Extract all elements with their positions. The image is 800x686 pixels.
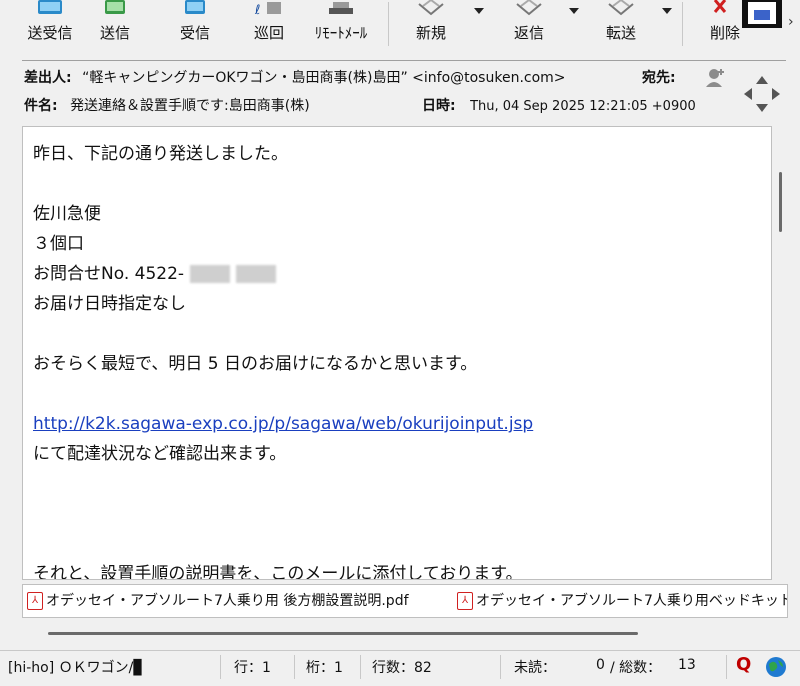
reply-label: 返信 bbox=[513, 24, 544, 42]
unread-label: 未読： bbox=[514, 660, 556, 676]
cursor-row: 行：1 bbox=[234, 660, 271, 676]
total-label: / 総数： bbox=[610, 660, 662, 676]
body-line: ３個口 bbox=[33, 234, 84, 254]
send-receive-label: 送受信 bbox=[27, 24, 73, 42]
date-value: Thu, 04 Sep 2025 12:21:05 +0900 bbox=[470, 99, 696, 114]
attachment-item[interactable]: ⅄ オデッセイ・アブソルート7人乗り用 後方棚設置説明.pdf bbox=[27, 590, 409, 610]
send-icon bbox=[97, 0, 133, 22]
to-label: 宛先: bbox=[642, 70, 676, 86]
send-button[interactable]: 送信 bbox=[90, 0, 140, 50]
navigation-arrows[interactable] bbox=[742, 74, 782, 114]
new-mail-button[interactable]: 新規 bbox=[406, 0, 456, 50]
redacted-block bbox=[236, 265, 277, 283]
remote-mail-icon bbox=[323, 0, 359, 22]
subject-label: 件名: bbox=[24, 98, 58, 114]
date-row: 日時: Thu, 04 Sep 2025 12:21:05 +0900 bbox=[422, 95, 696, 115]
subject-value: 発送連絡＆設置手順です:島田商事(株) bbox=[70, 98, 310, 114]
send-label: 送信 bbox=[99, 24, 130, 42]
receive-icon bbox=[177, 0, 213, 22]
tracking-number-line: お問合せNo. 4522- bbox=[33, 259, 761, 289]
body-line: おそらく最短で、明日 5 日のお届けになるかと思います。 bbox=[33, 354, 478, 374]
toolbar-separator bbox=[682, 2, 683, 46]
toolbar-separator bbox=[388, 2, 389, 46]
cursor-col: 桁：1 bbox=[306, 660, 343, 676]
pdf-icon: ⅄ bbox=[27, 592, 43, 610]
chevron-right-icon[interactable]: › bbox=[788, 14, 794, 30]
from-label: 差出人: bbox=[24, 70, 72, 86]
forward-label: 転送 bbox=[605, 24, 636, 42]
date-label: 日時: bbox=[422, 98, 456, 114]
reply-button[interactable]: 返信 bbox=[504, 0, 554, 50]
remote-mail-button[interactable]: ﾘﾓｰﾄﾒｰﾙ bbox=[306, 0, 376, 50]
body-line: お届け日時指定なし bbox=[33, 294, 186, 314]
q-icon[interactable]: Q bbox=[736, 654, 751, 675]
unread-count: 0 bbox=[596, 657, 605, 673]
toolbar: 送受信 送信 受信 ℓ 巡回 ﾘﾓｰﾄﾒｰﾙ 新規 返信 転送 削除 › bbox=[14, 0, 800, 50]
remote-mail-label: ﾘﾓｰﾄﾒｰﾙ bbox=[314, 24, 368, 42]
new-mail-dropdown-icon[interactable] bbox=[474, 8, 484, 14]
body-line: 佐川急便 bbox=[33, 204, 101, 224]
subject-row: 件名: 発送連絡＆設置手順です:島田商事(株) bbox=[24, 95, 310, 115]
patrol-button[interactable]: ℓ 巡回 bbox=[244, 0, 294, 50]
body-line: 昨日、下記の通り発送しました。 bbox=[33, 144, 288, 164]
body-line: にて配達状況など確認出来ます。 bbox=[33, 444, 287, 464]
receive-button[interactable]: 受信 bbox=[170, 0, 220, 50]
svg-text:ℓ: ℓ bbox=[254, 3, 260, 18]
vertical-scroll-thumb[interactable] bbox=[779, 172, 782, 232]
arrow-up-icon bbox=[756, 76, 768, 84]
tracking-number-text: お問合せNo. 4522- bbox=[33, 264, 185, 284]
new-mail-label: 新規 bbox=[415, 24, 446, 42]
from-row: 差出人: “軽キャンピングカーOKワゴン・島田商事(株)島田” <info@to… bbox=[24, 67, 566, 87]
reply-dropdown-icon[interactable] bbox=[569, 8, 579, 14]
arrow-down-icon bbox=[756, 104, 768, 112]
send-receive-icon bbox=[32, 0, 68, 22]
forward-dropdown-icon[interactable] bbox=[662, 8, 672, 14]
total-count: 13 bbox=[678, 657, 696, 673]
arrow-left-icon bbox=[744, 88, 752, 100]
pdf-icon: ⅄ bbox=[457, 592, 473, 610]
attachment-bar: ⅄ オデッセイ・アブソルート7人乗り用 後方棚設置説明.pdf ⅄ オデッセイ・アブ… bbox=[22, 584, 788, 618]
attachment-item[interactable]: ⅄ オデッセイ・アブソルート7人乗り用ベッドキット bbox=[457, 590, 788, 610]
forward-button[interactable]: 転送 bbox=[596, 0, 646, 50]
mail-window: 送受信 送信 受信 ℓ 巡回 ﾘﾓｰﾄﾒｰﾙ 新規 返信 転送 削除 › 差出人… bbox=[0, 0, 800, 686]
new-mail-icon bbox=[413, 0, 449, 22]
add-contact-icon[interactable] bbox=[704, 67, 726, 89]
receive-label: 受信 bbox=[179, 24, 210, 42]
forward-icon bbox=[603, 0, 639, 22]
message-header: 差出人: “軽キャンピングカーOKワゴン・島田商事(株)島田” <info@to… bbox=[22, 60, 786, 121]
redacted-block bbox=[190, 265, 231, 283]
current-folder: [hi-ho] ＯＫワゴン/▊ bbox=[8, 660, 145, 676]
horizontal-scroll-thumb[interactable] bbox=[48, 632, 638, 635]
attachment-name: オデッセイ・アブソルート7人乗り用ベッドキット bbox=[476, 593, 788, 609]
delete-icon bbox=[707, 0, 743, 22]
status-bar: [hi-ho] ＯＫワゴン/▊ 行：1 桁：1 行数：82 未読： 0 / 総数… bbox=[0, 650, 800, 686]
patrol-icon: ℓ bbox=[251, 0, 287, 22]
reply-icon bbox=[511, 0, 547, 22]
attachment-name: オデッセイ・アブソルート7人乗り用 後方棚設置説明.pdf bbox=[46, 593, 409, 609]
body-line: それと、設置手順の説明書を、このメールに添付しております。 bbox=[33, 564, 523, 580]
tracking-link[interactable]: http://k2k.sagawa-exp.co.jp/p/sagawa/web… bbox=[33, 414, 533, 434]
patrol-label: 巡回 bbox=[253, 24, 284, 42]
window-icon[interactable] bbox=[740, 0, 786, 30]
from-value[interactable]: “軽キャンピングカーOKワゴン・島田商事(株)島田” <info@tosuken… bbox=[82, 70, 565, 86]
message-body[interactable]: 昨日、下記の通り発送しました。 佐川急便 ３個口 お問合せNo. 4522- お… bbox=[22, 126, 772, 580]
send-receive-button[interactable]: 送受信 bbox=[20, 0, 80, 50]
globe-icon[interactable] bbox=[764, 655, 788, 679]
arrow-right-icon bbox=[772, 88, 780, 100]
line-count: 行数：82 bbox=[372, 660, 432, 676]
